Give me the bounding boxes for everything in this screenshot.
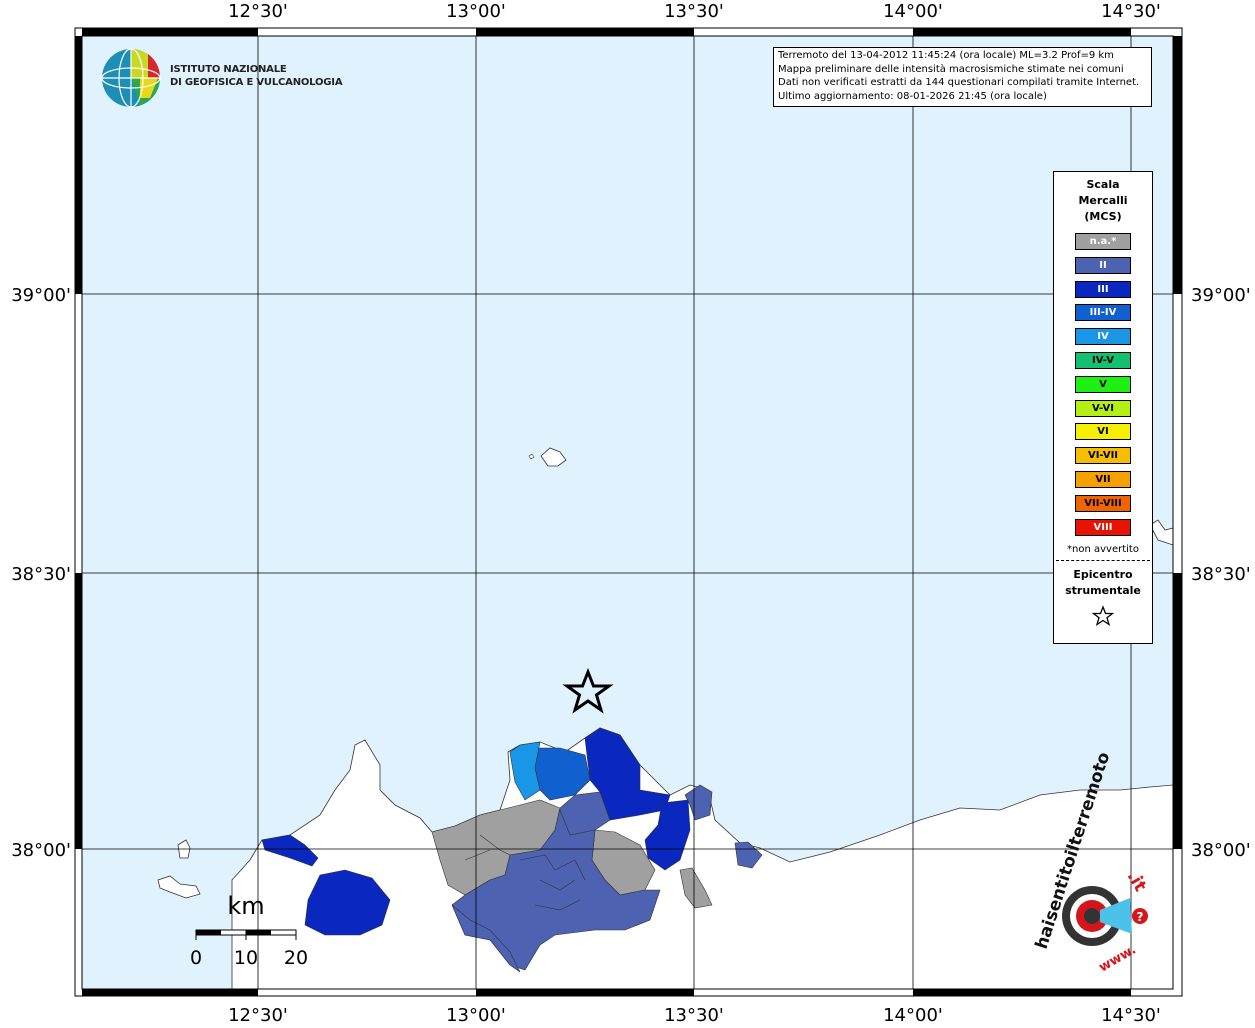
legend-title-line: (MCS) xyxy=(1084,210,1122,223)
lon-label: 12°30' xyxy=(228,1005,288,1024)
logo-line: DI GEOFISICA E VULCANOLOGIA xyxy=(170,77,343,88)
legend-divider xyxy=(1056,559,1150,561)
lat-label: 39°00' xyxy=(11,285,71,306)
legend-note: *non avvertito xyxy=(1067,543,1139,555)
lon-labels-bottom: 12°30' 13°00' 13°30' 14°00' 14°30' xyxy=(228,1005,1161,1026)
info-line: Ultimo aggiornamento: 08-01-2026 21:45 (… xyxy=(778,90,1047,102)
legend-item: VIII xyxy=(1075,518,1131,536)
legend-item: VI-VII xyxy=(1075,447,1131,465)
scale-tick: 20 xyxy=(284,947,308,969)
lon-label: 13°30' xyxy=(664,1,724,22)
svg-text:?: ? xyxy=(1137,910,1144,924)
lat-labels-left: 39°00' 38°30' 38°00' xyxy=(11,285,71,861)
lat-label: 38°30' xyxy=(11,564,71,585)
ingv-logo-text: ISTITUTO NAZIONALE DI GEOFISICA E VULCAN… xyxy=(170,63,343,89)
lon-label: 13°30' xyxy=(664,1005,724,1024)
legend-item: II xyxy=(1075,256,1131,274)
lon-label: 14°30' xyxy=(1101,1005,1161,1024)
legend-epicenter: Epicentro strumentale xyxy=(1054,567,1152,599)
lat-label: 38°00' xyxy=(1191,840,1251,861)
ingv-logo-icon xyxy=(101,48,161,108)
legend-title-line: Mercalli xyxy=(1078,194,1128,207)
legend-epicenter-line: strumentale xyxy=(1065,583,1141,597)
lon-label: 14°00' xyxy=(883,1005,943,1024)
mcs-legend: Scala Mercalli (MCS) n.a.* II III III-IV IV I… xyxy=(1053,171,1153,644)
legend-item: IV xyxy=(1075,328,1131,346)
legend-item: VI xyxy=(1075,423,1131,441)
legend-item: V-VI xyxy=(1075,399,1131,417)
info-line: Mappa preliminare delle intensità macros… xyxy=(778,63,1124,75)
lon-label: 14°00' xyxy=(883,1,943,22)
legend-item: V xyxy=(1075,375,1131,393)
scale-tick: 10 xyxy=(234,947,258,969)
legend-title-line: Scala xyxy=(1086,178,1120,191)
legend-item: IV-V xyxy=(1075,351,1131,369)
scale-tick: 0 xyxy=(190,947,202,969)
legend-item: VII-VIII xyxy=(1075,494,1131,512)
lon-labels-top: 12°30' 13°00' 13°30' 14°00' 14°30' xyxy=(228,1,1161,22)
earthquake-info-box: Terremoto del 13-04-2012 11:45:24 (ora l… xyxy=(773,47,1152,107)
lon-label: 13°00' xyxy=(446,1005,506,1024)
legend-star-icon xyxy=(1054,604,1152,631)
legend-item: III xyxy=(1075,280,1131,298)
legend-items: n.a.* II III III-IV IV IV-V V V-VI VI VI-VII VII VI… xyxy=(1054,233,1152,536)
info-line: Terremoto del 13-04-2012 11:45:24 (ora l… xyxy=(778,50,1114,61)
info-line: Dati non verificati estratti da 144 ques… xyxy=(778,77,1140,88)
legend-item: III-IV xyxy=(1075,304,1131,322)
legend-item: n.a.* xyxy=(1075,233,1131,250)
logo-line: ISTITUTO NAZIONALE xyxy=(170,64,287,75)
legend-item: VII xyxy=(1075,470,1131,488)
lon-label: 12°30' xyxy=(228,1,288,22)
lat-label: 38°00' xyxy=(11,840,71,861)
lat-labels-right: 39°00' 38°30' 38°00' xyxy=(1191,285,1251,861)
legend-title: Scala Mercalli (MCS) xyxy=(1054,177,1152,225)
lon-label: 13°00' xyxy=(446,1,506,22)
lat-label: 39°00' xyxy=(1191,285,1251,306)
scale-unit: km xyxy=(227,892,264,920)
lon-label: 14°30' xyxy=(1101,1,1161,22)
lat-label: 38°30' xyxy=(1191,564,1251,585)
legend-epicenter-line: Epicentro xyxy=(1073,567,1133,581)
map-root: 12°30' 13°00' 13°30' 14°00' 14°30' 12°30… xyxy=(0,0,1255,1026)
